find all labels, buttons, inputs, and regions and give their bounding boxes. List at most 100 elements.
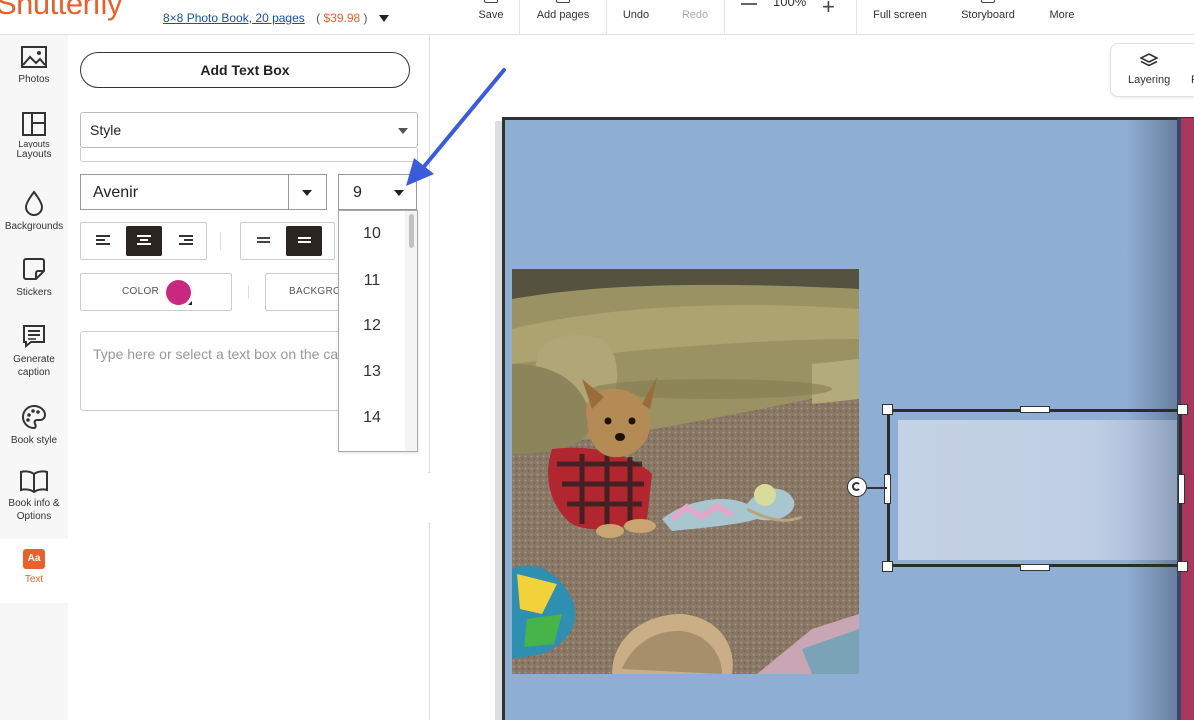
- align-center-icon: [137, 235, 151, 247]
- full-screen-label: Full screen: [873, 9, 927, 21]
- zoom-in-icon[interactable]: +: [822, 0, 835, 18]
- rail-item-generate-caption[interactable]: Generate caption: [0, 323, 68, 385]
- rail-item-layouts[interactable]: Layouts Layouts: [0, 111, 68, 167]
- palette-icon: [22, 404, 47, 430]
- rail-item-book-style[interactable]: Book style: [0, 404, 68, 454]
- droplet-icon: [24, 190, 44, 216]
- storyboard-label: Storyboard: [961, 9, 1015, 21]
- book-summary: 8×8 Photo Book, 20 pages ( $39.98 ): [163, 11, 389, 25]
- valign-middle-button[interactable]: [286, 226, 322, 256]
- more-button[interactable]: More: [1044, 0, 1080, 34]
- storyboard-button[interactable]: Storyboard: [955, 0, 1021, 34]
- resize-handle-bottom-left[interactable]: [882, 561, 893, 572]
- align-right-button[interactable]: [168, 226, 204, 256]
- add-text-box-button[interactable]: Add Text Box: [80, 52, 410, 88]
- dropdown-scrollbar[interactable]: [405, 211, 417, 451]
- toolbar-divider: [606, 0, 607, 34]
- rail-label-layouts-clipped: Layouts: [18, 141, 50, 148]
- align-left-icon: [96, 235, 110, 247]
- font-size-option[interactable]: 12: [339, 317, 405, 335]
- align-center-button[interactable]: [126, 226, 162, 256]
- storyboard-icon: [981, 0, 995, 3]
- price-amount: $39.98: [323, 11, 361, 25]
- book-price: ( $39.98 ): [316, 11, 367, 25]
- rail-label-book-info-line1: Book info &: [8, 498, 60, 509]
- photo-icon: [21, 46, 47, 68]
- redo-label: Redo: [681, 9, 709, 21]
- rotate-handle-connector: [867, 487, 887, 489]
- select-divider: [288, 175, 289, 209]
- rotate-handle[interactable]: [847, 477, 867, 497]
- brand-logo[interactable]: Shutterfly: [0, 0, 122, 22]
- style-select-value: Style: [90, 122, 122, 138]
- dog-photo-image: [512, 269, 859, 674]
- valign-middle-icon: [298, 237, 311, 243]
- rail-item-book-info[interactable]: Book info & Options: [0, 469, 68, 531]
- left-nav-rail: Photos Layouts Layouts Backgrounds Stick…: [0, 35, 68, 720]
- style-select[interactable]: Style: [80, 112, 418, 148]
- font-family-select[interactable]: Avenir: [80, 174, 327, 210]
- toolbar-divider: [220, 232, 221, 250]
- vertical-align-group: [240, 222, 335, 260]
- zoom-out-icon[interactable]: [741, 3, 757, 5]
- resize-handle-top[interactable]: [1020, 406, 1050, 413]
- layering-button[interactable]: Layering F: [1110, 43, 1194, 97]
- rail-label-caption-line1: Generate: [13, 354, 55, 365]
- font-size-option[interactable]: 14: [339, 409, 405, 427]
- rail-label-layouts: Layouts: [16, 149, 52, 160]
- font-size-option[interactable]: 10: [339, 225, 405, 243]
- zoom-level: 100%: [773, 0, 807, 9]
- toolbar-divider: [519, 0, 520, 34]
- text-color-label: COLOR: [122, 286, 160, 297]
- resize-handle-bottom[interactable]: [1020, 564, 1050, 571]
- facing-page-edge: [1181, 118, 1194, 720]
- add-pages-label: Add pages: [536, 9, 590, 21]
- scrollbar-thumb[interactable]: [409, 214, 414, 248]
- toolbar-divider: [248, 285, 249, 299]
- rail-label-stickers: Stickers: [16, 287, 52, 298]
- undo-button[interactable]: Undo: [617, 0, 655, 34]
- redo-button[interactable]: Redo: [676, 0, 714, 34]
- annotation-arrow-icon: [406, 68, 506, 186]
- style-select-underlay: [80, 148, 418, 162]
- rail-item-text[interactable]: Aa Text: [0, 539, 68, 603]
- full-screen-button[interactable]: Full screen: [868, 0, 932, 34]
- swatch-corner-icon: [188, 301, 192, 305]
- open-book-icon: [20, 470, 48, 493]
- book-options-caret-icon[interactable]: [378, 15, 389, 23]
- more-label: More: [1049, 9, 1075, 21]
- align-left-button[interactable]: [85, 226, 121, 256]
- toolbar-divider: [724, 0, 725, 34]
- resize-handle-right[interactable]: [1178, 474, 1185, 504]
- layering-label: Layering: [1128, 74, 1171, 86]
- layout-icon: [22, 112, 46, 136]
- resize-handle-top-right[interactable]: [1177, 404, 1188, 415]
- rail-label-backgrounds: Backgrounds: [4, 221, 64, 232]
- save-button[interactable]: Save: [472, 0, 510, 34]
- toolbar-divider: [856, 0, 857, 34]
- price-close: ): [363, 11, 368, 25]
- font-size-option[interactable]: 11: [339, 272, 405, 290]
- rotate-icon: [852, 482, 861, 491]
- dog-photo[interactable]: [512, 269, 859, 674]
- rail-label-photos: Photos: [18, 74, 50, 85]
- text-color-button[interactable]: COLOR: [80, 273, 232, 311]
- chevron-down-icon: [302, 190, 312, 196]
- valign-top-button[interactable]: [245, 226, 281, 256]
- rail-item-photos[interactable]: Photos: [0, 45, 68, 95]
- font-size-option[interactable]: 13: [339, 363, 405, 381]
- resize-handle-top-left[interactable]: [882, 404, 893, 415]
- resize-handle-bottom-right[interactable]: [1177, 561, 1188, 572]
- rail-item-backgrounds[interactable]: Backgrounds: [0, 190, 68, 240]
- layers-icon: [1140, 53, 1158, 67]
- selected-text-box[interactable]: [887, 409, 1182, 567]
- save-icon: [484, 0, 498, 3]
- photo-book-editor: Shutterfly 8×8 Photo Book, 20 pages ( $3…: [0, 0, 1194, 720]
- resize-handle-left[interactable]: [884, 474, 891, 504]
- book-title-link[interactable]: 8×8 Photo Book, 20 pages: [163, 11, 305, 25]
- rail-label-book-style: Book style: [10, 435, 58, 446]
- rail-label-book-info-line2: Options: [16, 511, 52, 522]
- add-pages-button[interactable]: Add pages: [530, 0, 596, 34]
- rail-item-stickers[interactable]: Stickers: [0, 256, 68, 306]
- save-label: Save: [478, 9, 504, 21]
